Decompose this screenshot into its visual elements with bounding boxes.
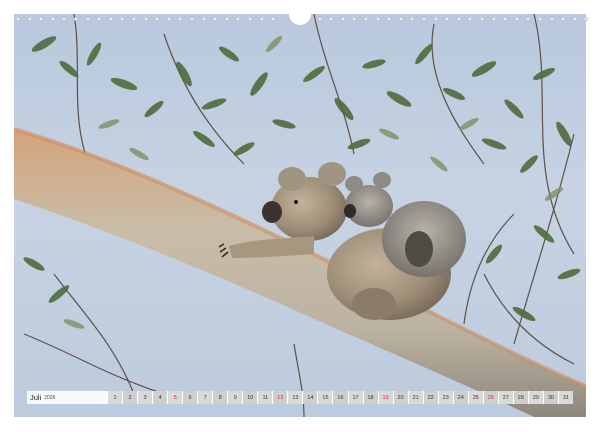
binding-hole bbox=[340, 17, 345, 21]
calendar-day: 8 bbox=[212, 391, 228, 404]
binding-hole bbox=[538, 17, 542, 21]
calendar-day: 21 bbox=[407, 391, 423, 404]
binding-hole bbox=[236, 17, 241, 21]
binding-hole bbox=[456, 17, 461, 21]
binding-hole bbox=[491, 17, 496, 21]
binding-hole bbox=[190, 17, 194, 21]
binding-hole bbox=[572, 17, 577, 21]
binding-hole bbox=[50, 17, 55, 21]
binding-hole bbox=[329, 17, 334, 21]
binding-hole bbox=[561, 17, 566, 21]
binding-hole bbox=[468, 17, 473, 21]
calendar-day: 11 bbox=[257, 391, 273, 404]
binding-hole bbox=[62, 17, 67, 21]
binding-hole bbox=[352, 17, 357, 21]
calendar-day: 14 bbox=[302, 391, 318, 404]
day-cells: 1 2 3 4 5 6 7 8 9 10 11 12 13 14 15 16 17 18 19 20 21 22 23 24 2… bbox=[107, 391, 573, 404]
binding-hole bbox=[178, 17, 183, 21]
calendar-day: 26 bbox=[482, 391, 498, 404]
binding-hole bbox=[398, 17, 403, 21]
month-name: Juli bbox=[30, 393, 42, 402]
binding-hole bbox=[248, 17, 252, 21]
binding-hole bbox=[74, 17, 78, 21]
calendar-day: 30 bbox=[542, 391, 558, 404]
binding-hole bbox=[387, 17, 392, 21]
calendar-strip: Juli 2026 1 2 3 4 5 6 7 8 9 10 11 12 13 14 15 16 17 18 19 2… bbox=[27, 391, 573, 404]
binding-hole bbox=[364, 17, 368, 21]
hanger-notch bbox=[288, 14, 312, 26]
binding-hole bbox=[526, 17, 531, 21]
koala-photo bbox=[14, 14, 586, 417]
binding-hole bbox=[410, 17, 415, 21]
binding-hole bbox=[155, 17, 160, 21]
calendar-day: 25 bbox=[467, 391, 483, 404]
binding-hole bbox=[39, 17, 44, 21]
binding-hole bbox=[375, 17, 380, 21]
binding-hole bbox=[445, 17, 450, 21]
calendar-day: 31 bbox=[557, 391, 573, 404]
calendar-day: 16 bbox=[332, 391, 348, 404]
binding-hole bbox=[108, 17, 113, 21]
binding-hole bbox=[422, 17, 426, 21]
binding-hole bbox=[224, 17, 229, 21]
calendar-day: 5 bbox=[167, 391, 183, 404]
binding-hole bbox=[514, 17, 519, 21]
binding-hole bbox=[27, 17, 32, 21]
binding-hole bbox=[166, 17, 171, 21]
binding-hole bbox=[584, 17, 589, 21]
calendar-day: 28 bbox=[512, 391, 528, 404]
calendar-day: 20 bbox=[392, 391, 408, 404]
calendar-day: 17 bbox=[347, 391, 363, 404]
calendar-day: 13 bbox=[287, 391, 303, 404]
photo-illustration bbox=[14, 14, 586, 417]
calendar-day: 6 bbox=[182, 391, 198, 404]
calendar-day: 23 bbox=[437, 391, 453, 404]
binding-hole bbox=[16, 17, 20, 21]
binding-hole bbox=[317, 17, 322, 21]
calendar-day: 15 bbox=[317, 391, 333, 404]
binding-hole bbox=[132, 17, 136, 21]
calendar-day: 22 bbox=[422, 391, 438, 404]
calendar-day: 18 bbox=[362, 391, 378, 404]
binding-hole bbox=[503, 17, 508, 21]
calendar-day: 1 bbox=[107, 391, 123, 404]
calendar-day: 29 bbox=[527, 391, 543, 404]
calendar-day: 19 bbox=[377, 391, 393, 404]
month-label: Juli 2026 bbox=[27, 391, 107, 404]
calendar-day: 2 bbox=[122, 391, 138, 404]
binding-hole bbox=[433, 17, 438, 21]
binding-hole bbox=[480, 17, 484, 21]
calendar-day: 4 bbox=[152, 391, 168, 404]
binding-hole bbox=[549, 17, 554, 21]
calendar-day: 7 bbox=[197, 391, 213, 404]
binding-hole bbox=[271, 17, 276, 21]
calendar-day: 9 bbox=[227, 391, 243, 404]
binding-hole bbox=[259, 17, 264, 21]
binding-hole bbox=[120, 17, 125, 21]
calendar-day: 3 bbox=[137, 391, 153, 404]
calendar-day: 27 bbox=[497, 391, 513, 404]
binding-hole bbox=[97, 17, 102, 21]
year-label: 2026 bbox=[44, 394, 56, 401]
calendar-day: 10 bbox=[242, 391, 258, 404]
binding-hole bbox=[143, 17, 148, 21]
spiral-binding bbox=[14, 14, 589, 26]
calendar-day: 24 bbox=[452, 391, 468, 404]
binding-hole bbox=[213, 17, 218, 21]
binding-hole bbox=[201, 17, 206, 21]
binding-hole bbox=[85, 17, 90, 21]
calendar-day: 12 bbox=[272, 391, 288, 404]
